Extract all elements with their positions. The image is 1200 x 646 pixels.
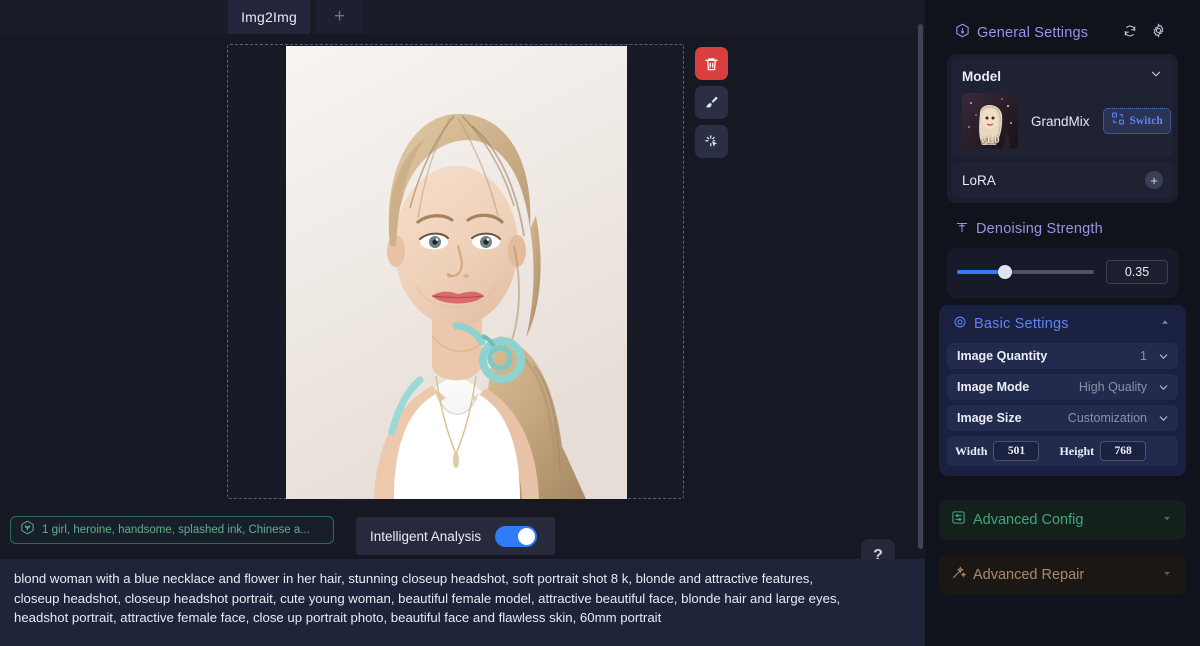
- model-thumbnail: v1.0: [962, 93, 1018, 149]
- lora-row[interactable]: LoRA +: [952, 162, 1173, 198]
- switch-model-button[interactable]: Switch: [1102, 108, 1171, 134]
- sliders-box-icon: [951, 510, 966, 530]
- row-value: Customization: [1067, 411, 1147, 425]
- row-label: Image Size: [957, 411, 1022, 425]
- row-label: Image Mode: [957, 380, 1030, 394]
- switch-label: Switch: [1129, 115, 1163, 127]
- tab-label: Img2Img: [241, 9, 297, 25]
- chevron-down-icon[interactable]: [1157, 412, 1170, 425]
- tag-chip-label: 1 girl, heroine, handsome, splashed ink,…: [42, 524, 310, 536]
- brush-icon: [704, 95, 720, 111]
- settings-sidebar: General Settings Model v1.0 GrandMix Swi…: [925, 0, 1200, 646]
- basic-settings-panel: Basic Settings Image Quantity 1 Image Mo…: [939, 305, 1186, 476]
- settings-gear-button[interactable]: [1146, 21, 1170, 45]
- tab-img2img[interactable]: Img2Img: [228, 0, 310, 34]
- workspace-scrollbar[interactable]: [918, 24, 923, 549]
- advanced-repair-panel[interactable]: Advanced Repair: [939, 555, 1186, 595]
- chevron-down-icon[interactable]: [1149, 67, 1163, 86]
- intelligent-analysis-label: Intelligent Analysis: [370, 528, 482, 544]
- row-dimensions: Width 501 Height 768: [947, 436, 1178, 466]
- row-image-quantity[interactable]: Image Quantity 1: [947, 343, 1178, 369]
- intelligent-analysis-toggle[interactable]: [495, 525, 538, 547]
- denoising-slider[interactable]: [957, 264, 1094, 280]
- width-input[interactable]: 501: [993, 441, 1040, 461]
- denoising-value-input[interactable]: 0.35: [1106, 260, 1168, 284]
- toggle-knob: [518, 527, 536, 545]
- model-card[interactable]: v1.0 GrandMix Switch: [962, 93, 1171, 149]
- slider-icon: [955, 220, 969, 239]
- image-drop-zone[interactable]: [227, 44, 684, 499]
- preview-image[interactable]: [286, 46, 627, 499]
- model-row-header[interactable]: Model: [962, 67, 1163, 86]
- canvas-tool-column: [695, 47, 729, 164]
- general-settings-actions: [1118, 21, 1170, 45]
- basic-settings-title: Basic Settings: [974, 316, 1069, 332]
- slider-thumb[interactable]: [997, 265, 1012, 279]
- chevron-down-icon[interactable]: [1160, 566, 1174, 585]
- chevron-down-icon[interactable]: [1157, 350, 1170, 363]
- basic-settings-rows: Image Quantity 1 Image Mode High Quality…: [939, 343, 1186, 466]
- sprout-cube-icon: [20, 520, 35, 540]
- plus-icon: +: [333, 6, 346, 27]
- add-tab-button[interactable]: +: [316, 0, 363, 34]
- row-image-size[interactable]: Image Size Customization: [947, 405, 1178, 431]
- intelligent-analysis-box: Intelligent Analysis: [356, 517, 555, 555]
- model-version-badge: v1.0: [980, 134, 1000, 146]
- prompt-input[interactable]: blond woman with a blue necklace and flo…: [14, 569, 850, 628]
- row-value: 1: [1140, 349, 1147, 363]
- prompt-panel: blond woman with a blue necklace and flo…: [0, 559, 925, 646]
- general-settings-header: General Settings: [947, 14, 1178, 52]
- general-settings-panel: General Settings Model v1.0 GrandMix Swi…: [925, 14, 1200, 203]
- height-input[interactable]: 768: [1100, 441, 1147, 461]
- refresh-button[interactable]: [1118, 21, 1142, 45]
- general-settings-title: General Settings: [977, 25, 1089, 41]
- advanced-config-panel[interactable]: Advanced Config: [939, 500, 1186, 540]
- canvas-area: ?: [0, 34, 925, 573]
- advanced-config-title: Advanced Config: [973, 512, 1084, 528]
- general-settings-body: Model v1.0 GrandMix Switch LoRA +: [947, 54, 1178, 203]
- swap-icon: [1111, 112, 1125, 130]
- chevron-down-icon[interactable]: [1160, 511, 1174, 530]
- magic-wand-icon: [951, 565, 967, 585]
- magic-select-button[interactable]: [695, 125, 728, 158]
- denoising-title: Denoising Strength: [976, 221, 1103, 237]
- target-icon: [953, 315, 967, 334]
- delete-button[interactable]: [695, 47, 728, 80]
- model-name: GrandMix: [1031, 113, 1090, 129]
- height-label: Height: [1059, 443, 1095, 458]
- magic-cursor-icon: [703, 133, 720, 150]
- cube-outline-icon: [955, 23, 970, 43]
- basic-settings-header[interactable]: Basic Settings: [939, 305, 1186, 343]
- brush-button[interactable]: [695, 86, 728, 119]
- row-value: High Quality: [1078, 380, 1147, 394]
- tag-chip[interactable]: 1 girl, heroine, handsome, splashed ink,…: [10, 516, 334, 544]
- row-image-mode[interactable]: Image Mode High Quality: [947, 374, 1178, 400]
- trash-icon: [704, 56, 719, 72]
- denoising-header: Denoising Strength: [947, 210, 1178, 248]
- denoising-panel: Denoising Strength 0.35: [925, 210, 1200, 298]
- refresh-icon: [1123, 24, 1137, 43]
- tab-bar: Img2Img +: [0, 0, 925, 34]
- app-root: Img2Img + ? 1 girl, heroine, handsome, s…: [0, 0, 1200, 646]
- row-label: Image Quantity: [957, 349, 1048, 363]
- advanced-repair-title: Advanced Repair: [973, 567, 1085, 583]
- width-label: Width: [955, 443, 988, 458]
- chevron-down-icon[interactable]: [1157, 381, 1170, 394]
- add-lora-button[interactable]: +: [1145, 171, 1163, 189]
- gear-icon: [1151, 23, 1166, 43]
- model-row: Model v1.0 GrandMix Switch: [952, 59, 1173, 157]
- chevron-up-icon[interactable]: [1158, 315, 1172, 334]
- lora-label: LoRA: [962, 172, 996, 188]
- denoising-body: 0.35: [947, 248, 1178, 298]
- workspace: Img2Img + ? 1 girl, heroine, handsome, s…: [0, 0, 925, 646]
- model-label: Model: [962, 69, 1001, 84]
